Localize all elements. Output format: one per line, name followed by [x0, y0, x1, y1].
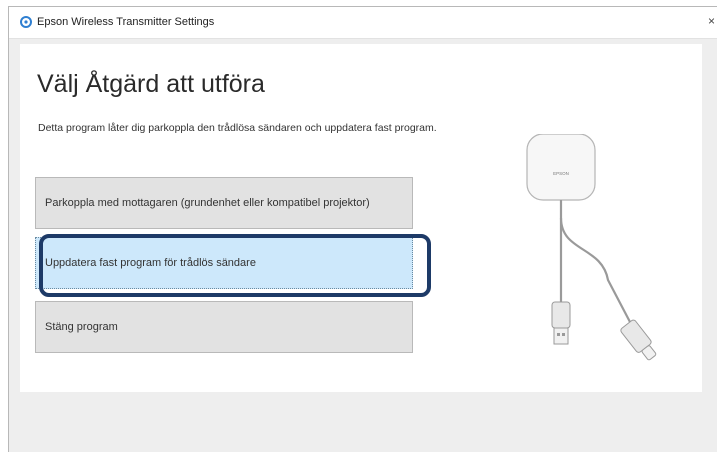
- close-program-button[interactable]: Stäng program: [35, 301, 413, 353]
- page-title: Välj Åtgärd att utföra: [37, 70, 265, 98]
- app-icon: [20, 16, 32, 28]
- wireless-transmitter-illustration: EPSON: [526, 134, 657, 361]
- window-title: Epson Wireless Transmitter Settings: [37, 16, 215, 28]
- description-text: Detta program låter dig parkoppla den tr…: [38, 122, 437, 134]
- device-brand-label: EPSON: [553, 171, 569, 176]
- update-firmware-button[interactable]: Uppdatera fast program för trådlös sända…: [35, 237, 413, 289]
- close-icon[interactable]: ×: [708, 14, 715, 28]
- pair-receiver-button[interactable]: Parkoppla med mottagaren (grundenhet ell…: [35, 177, 413, 229]
- content-panel: Välj Åtgärd att utföra Detta program låt…: [20, 44, 702, 392]
- title-bar: Epson Wireless Transmitter Settings ×: [9, 7, 717, 39]
